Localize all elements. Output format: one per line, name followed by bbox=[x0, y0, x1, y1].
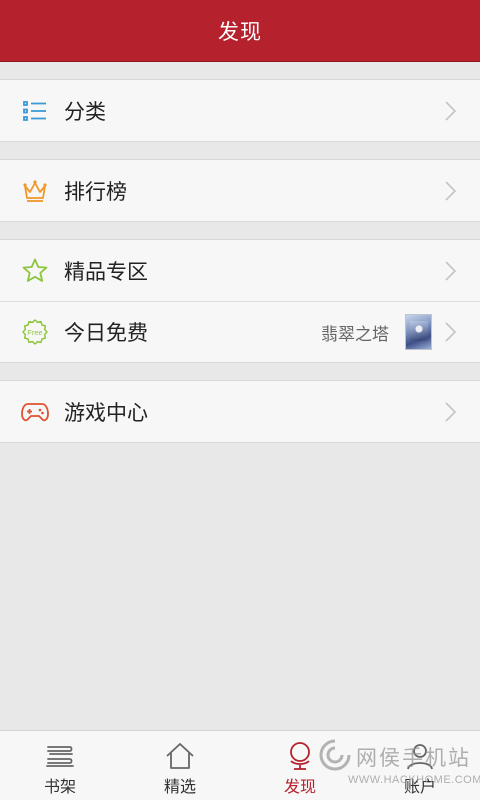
menu-item-label: 今日免费 bbox=[64, 321, 148, 345]
home-icon bbox=[163, 741, 197, 771]
tab-discover[interactable]: 发现 bbox=[240, 731, 360, 800]
discover-menu: 分类 排行榜 精品专区 Free 今日免费 翡翠之塔 游戏中心 bbox=[0, 62, 480, 443]
chevron-right-icon bbox=[445, 401, 457, 422]
tab-bookshelf[interactable]: 书架 bbox=[0, 731, 120, 800]
menu-item-category[interactable]: 分类 bbox=[0, 80, 480, 141]
free-badge-icon: Free bbox=[21, 318, 49, 346]
chevron-right-icon bbox=[445, 322, 457, 342]
menu-item-premium[interactable]: 精品专区 bbox=[0, 240, 480, 301]
menu-item-ranking[interactable]: 排行榜 bbox=[0, 160, 480, 221]
chevron-right-icon bbox=[445, 100, 457, 121]
tab-label: 账户 bbox=[403, 777, 436, 796]
tab-label: 发现 bbox=[283, 777, 316, 796]
list-icon bbox=[21, 97, 49, 125]
top-bar: 发现 bbox=[0, 0, 480, 62]
tab-label: 书架 bbox=[43, 777, 76, 796]
page-title: 发现 bbox=[218, 19, 262, 44]
tab-label: 精选 bbox=[163, 777, 196, 796]
crown-icon bbox=[21, 177, 49, 205]
tab-account[interactable]: 账户 bbox=[360, 731, 480, 800]
tab-featured[interactable]: 精选 bbox=[120, 731, 240, 800]
menu-item-label: 游戏中心 bbox=[64, 400, 148, 425]
menu-item-free-today[interactable]: Free 今日免费 翡翠之塔 bbox=[0, 301, 480, 362]
chevron-right-icon bbox=[445, 180, 457, 201]
menu-item-label: 分类 bbox=[64, 99, 106, 124]
discover-icon bbox=[283, 741, 317, 771]
chevron-right-icon bbox=[445, 260, 457, 281]
menu-item-label: 排行榜 bbox=[64, 179, 127, 204]
menu-item-games[interactable]: 游戏中心 bbox=[0, 381, 480, 442]
book-cover-thumbnail bbox=[405, 314, 432, 350]
bookshelf-icon bbox=[43, 741, 77, 771]
badge-text: Free bbox=[27, 328, 42, 337]
gamepad-icon bbox=[21, 398, 49, 426]
star-icon bbox=[21, 257, 49, 285]
account-icon bbox=[403, 741, 437, 771]
bottom-tab-bar: 书架 精选 发现 账户 bbox=[0, 730, 480, 800]
free-book-title: 翡翠之塔 bbox=[321, 324, 389, 345]
menu-item-label: 精品专区 bbox=[64, 259, 148, 284]
